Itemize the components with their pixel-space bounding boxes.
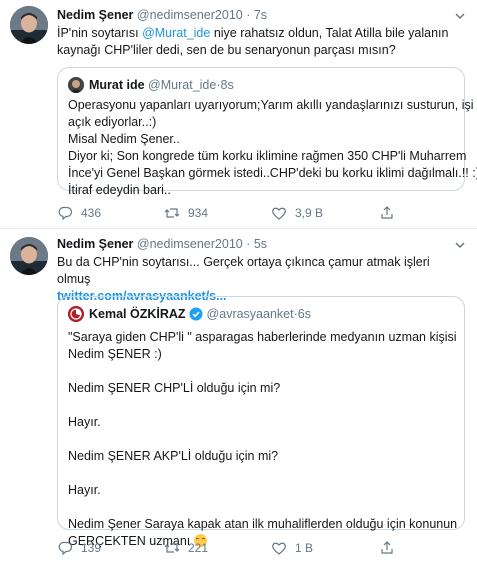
quote-header: Kemal ÖZKİRAZ @avrasyaanket · 6s	[68, 306, 311, 322]
quote-header: Murat ide @Murat_ide · 8s	[68, 77, 234, 93]
separator: ·	[242, 237, 254, 251]
like-button[interactable]: 1 B	[271, 540, 313, 556]
quote-avatar	[68, 306, 84, 322]
share-button[interactable]	[379, 540, 403, 556]
tweet-text-part: niye rahatsız oldun, Talat Atilla bile y…	[210, 26, 449, 40]
reply-button[interactable]: 436	[57, 205, 101, 221]
tweet-header: Nedim Şener @nedimsener2010 · 5s	[57, 237, 267, 251]
like-count: 1 B	[295, 541, 314, 555]
quote-line: Hayır.	[68, 415, 101, 429]
like-button[interactable]: 3,9 B	[271, 205, 323, 221]
author-handle[interactable]: @nedimsener2010	[137, 8, 243, 22]
quote-timestamp: 8s	[220, 78, 234, 92]
share-button[interactable]	[379, 205, 403, 221]
quote-avatar	[68, 77, 84, 93]
mention-link[interactable]: @Murat_ide	[142, 26, 210, 40]
timestamp[interactable]: 5s	[254, 237, 267, 251]
retweet-icon	[164, 543, 180, 553]
chevron-down-icon[interactable]	[453, 9, 467, 23]
timestamp[interactable]: 7s	[254, 8, 267, 22]
quote-line: açık ediyorlar..:)	[68, 115, 157, 129]
retweet-button[interactable]: 934	[164, 205, 208, 221]
reply-icon	[58, 206, 73, 221]
chevron-down-icon[interactable]	[453, 238, 467, 252]
separator: ·	[242, 8, 254, 22]
retweet-count: 221	[188, 541, 209, 555]
retweet-icon	[164, 208, 180, 218]
avatar[interactable]	[10, 6, 48, 44]
share-icon	[381, 206, 393, 219]
quote-line: Nedim ŞENER AKP'Lİ olduğu için mi?	[68, 449, 279, 463]
share-icon	[381, 541, 393, 554]
like-count: 3,9 B	[295, 206, 324, 220]
tweet-text-part: İP'nin soytarısı	[57, 26, 143, 40]
tweet-text: İP'nin soytarısı @Murat_ide niye rahatsı…	[57, 25, 462, 59]
quote-timestamp: 6s	[297, 307, 311, 321]
reply-count: 436	[81, 206, 102, 220]
avatar[interactable]	[10, 237, 48, 275]
author-handle[interactable]: @nedimsener2010	[137, 237, 243, 251]
quote-author-handle: @Murat_ide	[148, 78, 217, 92]
quote-line	[68, 363, 456, 380]
tweet-1[interactable]: Nedim Şener @nedimsener2010 · 7s İP'nin …	[0, 0, 477, 228]
quote-line: Diyor ki; Son kongrede tüm korku iklimin…	[68, 149, 467, 163]
quote-line: Misal Nedim Şener..	[68, 132, 180, 146]
author-name[interactable]: Nedim Şener	[57, 8, 133, 22]
like-icon	[272, 542, 286, 555]
tweet-text-part: kaynağı CHP'liler dedi, sen de bu senary…	[57, 43, 396, 57]
retweet-button[interactable]: 221	[164, 540, 208, 556]
quote-author-name: Kemal ÖZKİRAZ	[89, 307, 186, 321]
quote-author-name: Murat ide	[89, 78, 145, 92]
quote-line: İnce'yi Genel Başkan görmek istedi..CHP'…	[68, 166, 477, 180]
quote-text: Operasyonu yapanları uyarıyorum;Yarım ak…	[68, 97, 477, 199]
quote-line	[68, 431, 456, 448]
reply-button[interactable]: 139	[57, 540, 101, 556]
quoted-tweet[interactable]: Kemal ÖZKİRAZ @avrasyaanket · 6s "Saraya…	[57, 296, 465, 548]
quote-author-handle: @avrasyaanket	[206, 307, 294, 321]
quote-line: Nedim Şener Saraya kapak atan ilk muhali…	[68, 517, 458, 531]
quote-line: Nedim ŞENER :)	[68, 347, 162, 361]
tweet-text-part: Bu da CHP'nin soytarısı... Gerçek ortaya…	[57, 255, 430, 286]
quote-text: "Saraya giden CHP'li " asparagas haberle…	[68, 329, 458, 550]
quote-line: İtiraf edeydin bari..	[68, 183, 171, 197]
tweet-header: Nedim Şener @nedimsener2010 · 7s	[57, 8, 267, 22]
quote-line	[68, 397, 456, 414]
reply-count: 139	[81, 541, 102, 555]
reply-icon	[58, 541, 73, 556]
author-name[interactable]: Nedim Şener	[57, 237, 133, 251]
quote-line	[68, 465, 456, 482]
tweet-actions: 139 221 1 B	[57, 540, 437, 558]
retweet-count: 934	[188, 206, 209, 220]
tweet-2[interactable]: Nedim Şener @nedimsener2010 · 5s Bu da C…	[0, 229, 477, 561]
verified-icon	[189, 307, 203, 321]
quote-line: Operasyonu yapanları uyarıyorum;Yarım ak…	[68, 98, 474, 112]
quote-line: Hayır.	[68, 483, 101, 497]
quote-line: "Saraya giden CHP'li " asparagas haberle…	[68, 330, 457, 344]
quoted-tweet[interactable]: Murat ide @Murat_ide · 8s Operasyonu yap…	[57, 67, 477, 197]
like-icon	[272, 207, 286, 220]
tweet-actions: 436 934 3,9 B	[57, 205, 437, 223]
quote-line	[68, 499, 456, 516]
quote-line: Nedim ŞENER CHP'Lİ olduğu için mi?	[68, 381, 281, 395]
